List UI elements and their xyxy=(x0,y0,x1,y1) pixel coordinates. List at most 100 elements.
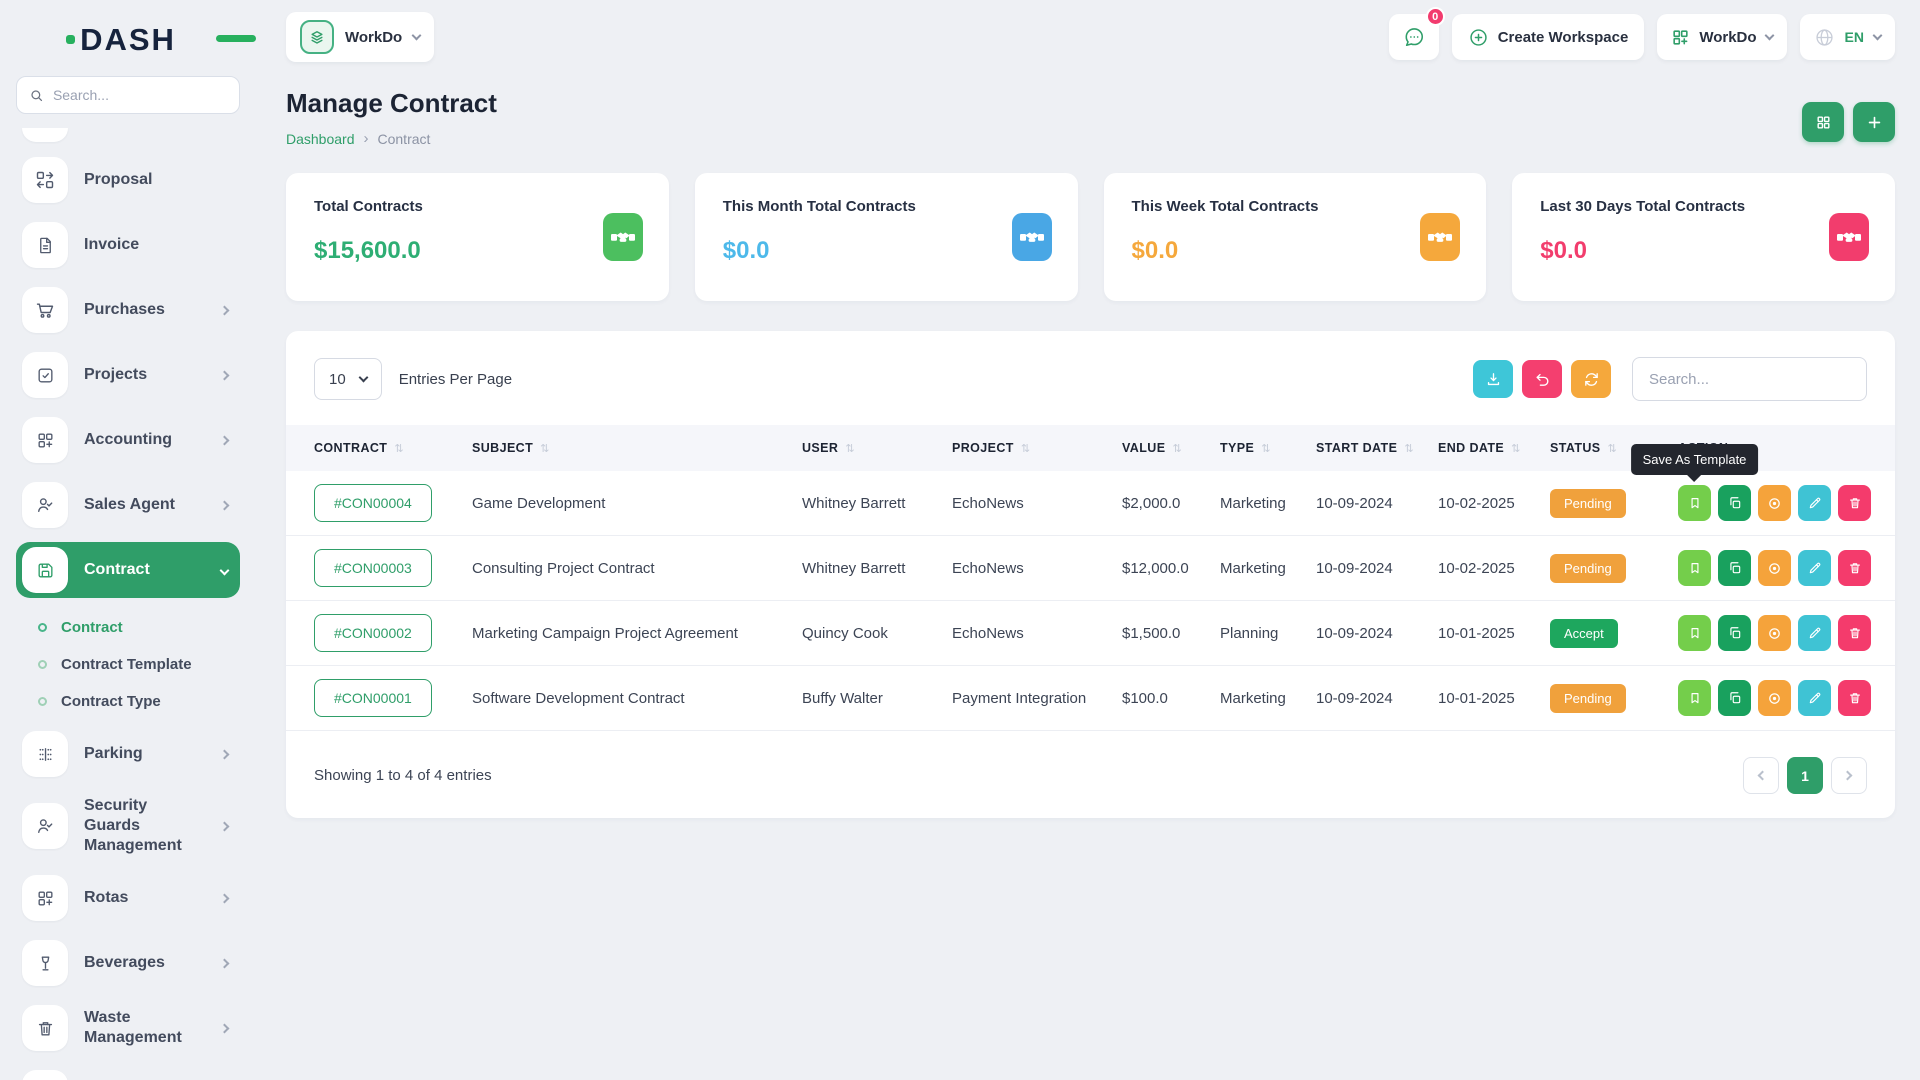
sidebar-item-label: Security Guards Management xyxy=(84,796,205,856)
handshake-icon xyxy=(1012,213,1052,261)
column-header-user[interactable]: USER xyxy=(788,425,938,471)
page-actions xyxy=(1802,102,1895,142)
add-contract-button[interactable] xyxy=(1853,102,1895,142)
previous-page-button[interactable] xyxy=(1743,757,1779,794)
edit-button[interactable] xyxy=(1798,550,1831,586)
next-page-button[interactable] xyxy=(1831,757,1867,794)
sidebar-item-invoice[interactable]: Invoice xyxy=(16,217,240,273)
column-header-subject[interactable]: SUBJECT xyxy=(458,425,788,471)
sidebar-item-label: Contract xyxy=(84,560,205,580)
edit-button[interactable] xyxy=(1798,680,1831,716)
submenu-item-contract-type[interactable]: Contract Type xyxy=(38,683,240,720)
sidebar-item-label: Waste Management xyxy=(84,1008,205,1048)
duplicate-button[interactable] xyxy=(1718,615,1751,651)
page-number-button[interactable]: 1 xyxy=(1787,757,1823,794)
export-button[interactable] xyxy=(1473,360,1513,398)
view-button[interactable] xyxy=(1758,615,1791,651)
duplicate-button[interactable] xyxy=(1718,485,1751,521)
chevron-right-icon xyxy=(220,749,230,759)
submenu-item-contract[interactable]: Contract xyxy=(38,609,240,646)
duplicate-button[interactable] xyxy=(1718,550,1751,586)
table-search-input[interactable] xyxy=(1632,357,1867,401)
create-workspace-button[interactable]: Create Workspace xyxy=(1452,14,1645,60)
entries-per-page-value: 10 xyxy=(329,371,346,388)
contract-id-button[interactable]: #CON00001 xyxy=(314,679,432,717)
save-as-template-button[interactable] xyxy=(1678,615,1711,651)
view-button[interactable] xyxy=(1758,550,1791,586)
breadcrumb-current: Contract xyxy=(378,131,431,147)
chevron-right-icon xyxy=(220,958,230,968)
sidebar-item-proposal[interactable]: Proposal xyxy=(16,152,240,208)
delete-button[interactable] xyxy=(1838,550,1871,586)
refresh-button[interactable] xyxy=(1571,360,1611,398)
handshake-icon xyxy=(603,213,643,261)
eye-icon xyxy=(1767,691,1782,706)
copy-icon xyxy=(1728,626,1742,640)
column-header-type[interactable]: TYPE xyxy=(1206,425,1302,471)
contract-id-button[interactable]: #CON00003 xyxy=(314,549,432,587)
column-header-contract[interactable]: CONTRACT xyxy=(286,425,458,471)
user-menu[interactable]: WorkDo xyxy=(1657,14,1786,60)
stat-card-last30: Last 30 Days Total Contracts $0.0 xyxy=(1512,173,1895,301)
cell-project: EchoNews xyxy=(938,601,1108,666)
sidebar-item-sales-agent[interactable]: Sales Agent xyxy=(16,477,240,533)
user-check-icon xyxy=(35,495,55,515)
breadcrumb-dashboard[interactable]: Dashboard xyxy=(286,131,355,147)
reset-button[interactable] xyxy=(1522,360,1562,398)
delete-button[interactable] xyxy=(1838,485,1871,521)
table-footer: Showing 1 to 4 of 4 entries 1 xyxy=(286,731,1895,804)
sidebar-item-label: Projects xyxy=(84,365,205,385)
sidebar-item-projects[interactable]: Projects xyxy=(16,347,240,403)
messages-button[interactable]: 0 xyxy=(1389,14,1439,60)
edit-button[interactable] xyxy=(1798,615,1831,651)
logo-accent-bar xyxy=(216,35,256,42)
sidebar-item-cleaning[interactable]: Cleaning xyxy=(16,1065,240,1080)
sidebar-item-waste-management[interactable]: Waste Management xyxy=(16,1000,240,1056)
main-content: WorkDo 0 Create Workspace WorkDo EN xyxy=(256,0,1920,1080)
workspace-selector[interactable]: WorkDo xyxy=(286,12,434,62)
save-as-template-button[interactable]: Save As Template xyxy=(1678,485,1711,521)
contract-id-button[interactable]: #CON00002 xyxy=(314,614,432,652)
sidebar-item-security-guards[interactable]: Security Guards Management xyxy=(16,791,240,861)
handshake-icon xyxy=(1829,213,1869,261)
sidebar-item-rotas[interactable]: Rotas xyxy=(16,870,240,926)
language-label: EN xyxy=(1845,29,1864,45)
submenu-item-label: Contract xyxy=(61,619,123,636)
sidebar-item-label: Beverages xyxy=(84,953,205,973)
contract-id-button[interactable]: #CON00004 xyxy=(314,484,432,522)
page-title: Manage Contract xyxy=(286,88,497,119)
sidebar-item-accounting[interactable]: Accounting xyxy=(16,412,240,468)
sidebar-item-contract[interactable]: Contract xyxy=(16,542,240,598)
edit-button[interactable] xyxy=(1798,485,1831,521)
column-header-end-date[interactable]: END DATE xyxy=(1424,425,1536,471)
sidebar-search-input[interactable] xyxy=(53,87,227,103)
sidebar-item-purchases[interactable]: Purchases xyxy=(16,282,240,338)
grid-plus-icon xyxy=(36,889,55,908)
view-button[interactable] xyxy=(1758,485,1791,521)
delete-button[interactable] xyxy=(1838,615,1871,651)
row-actions xyxy=(1678,680,1881,716)
language-selector[interactable]: EN xyxy=(1800,14,1895,60)
clipped-menu-item[interactable] xyxy=(22,128,68,142)
submenu-item-label: Contract Type xyxy=(61,693,161,710)
submenu-item-contract-template[interactable]: Contract Template xyxy=(38,646,240,683)
duplicate-button[interactable] xyxy=(1718,680,1751,716)
save-as-template-button[interactable] xyxy=(1678,680,1711,716)
column-header-value[interactable]: VALUE xyxy=(1108,425,1206,471)
chevron-down-icon xyxy=(220,565,230,575)
pencil-icon xyxy=(1808,691,1822,705)
sidebar-item-parking[interactable]: Parking xyxy=(16,726,240,782)
grid-view-button[interactable] xyxy=(1802,102,1844,142)
entries-per-page-select[interactable]: 10 xyxy=(314,358,382,400)
cell-user: Buffy Walter xyxy=(788,666,938,731)
wine-glass-icon xyxy=(36,954,55,973)
sidebar-nav: Proposal Invoice Purchases Projects Acco… xyxy=(16,152,240,1080)
sidebar-search[interactable] xyxy=(16,76,240,114)
download-icon xyxy=(1485,371,1502,388)
column-header-project[interactable]: PROJECT xyxy=(938,425,1108,471)
save-as-template-button[interactable] xyxy=(1678,550,1711,586)
delete-button[interactable] xyxy=(1838,680,1871,716)
column-header-start-date[interactable]: START DATE xyxy=(1302,425,1424,471)
sidebar-item-beverages[interactable]: Beverages xyxy=(16,935,240,991)
view-button[interactable] xyxy=(1758,680,1791,716)
